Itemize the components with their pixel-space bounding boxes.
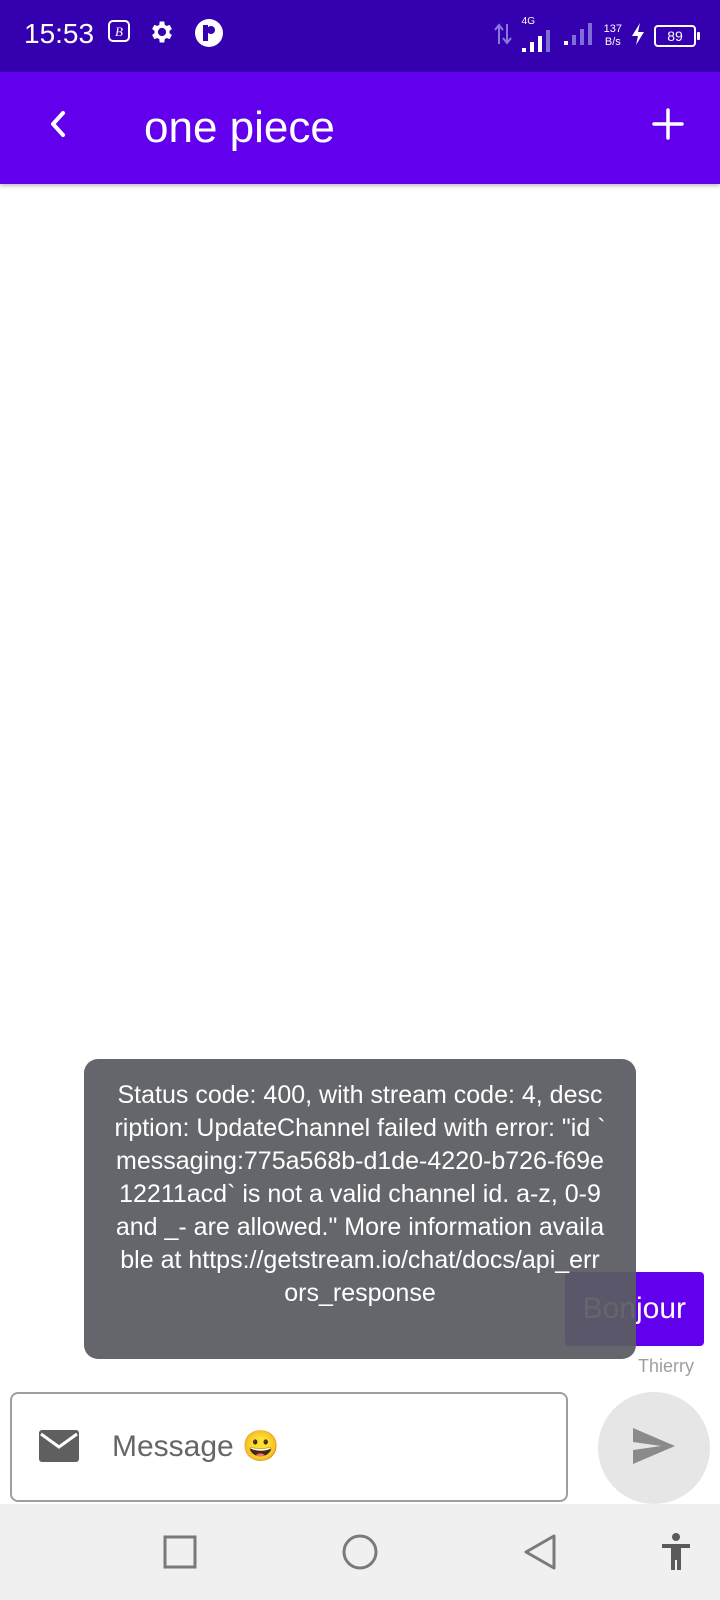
network-type: 4G xyxy=(521,16,535,27)
home-button[interactable] xyxy=(336,1530,384,1578)
message-composer xyxy=(10,1392,568,1502)
net-speed-unit: B/s xyxy=(604,36,621,48)
message-input[interactable] xyxy=(112,1414,552,1480)
status-time: 15:53 xyxy=(24,18,95,49)
app-screen: 15:53 B 4G 137 B/s 89 one piece Thierry … xyxy=(0,0,720,1600)
svg-text:B: B xyxy=(115,24,123,39)
recents-square-icon xyxy=(163,1535,197,1574)
net-speed: 137 B/s xyxy=(604,23,622,49)
data-arrows-icon xyxy=(493,22,512,51)
send-button[interactable] xyxy=(598,1392,710,1504)
message-sender: Thierry xyxy=(637,1356,694,1376)
back-nav-button[interactable] xyxy=(516,1530,564,1578)
battery-level: 89 xyxy=(667,28,683,44)
chevron-left-icon xyxy=(46,109,70,144)
signal-icon-2 xyxy=(562,21,596,52)
app-bar: one piece xyxy=(0,72,720,184)
accessibility-button[interactable] xyxy=(652,1530,700,1578)
charging-icon xyxy=(630,22,646,51)
back-triangle-icon xyxy=(522,1533,558,1576)
add-button[interactable] xyxy=(640,98,696,154)
status-bar: 15:53 B 4G 137 B/s 89 xyxy=(0,0,720,72)
mail-icon[interactable] xyxy=(38,1428,80,1469)
back-button[interactable] xyxy=(30,98,86,154)
battery-indicator: 89 xyxy=(654,25,700,47)
home-circle-icon xyxy=(341,1533,379,1576)
send-icon xyxy=(631,1426,677,1471)
signal-icon: 4G xyxy=(520,16,554,56)
plus-icon xyxy=(652,107,684,145)
recents-button[interactable] xyxy=(156,1530,204,1578)
p-app-icon xyxy=(194,18,224,53)
net-speed-value: 137 xyxy=(603,23,622,35)
error-toast: Status code: 400, with stream code: 4, d… xyxy=(84,1059,636,1359)
system-nav-bar xyxy=(0,1504,720,1600)
status-right: 4G 137 B/s 89 xyxy=(493,14,700,58)
gear-icon xyxy=(148,18,176,51)
b-app-icon: B xyxy=(108,20,130,47)
accessibility-icon xyxy=(659,1532,693,1577)
channel-title: one piece xyxy=(144,103,335,152)
